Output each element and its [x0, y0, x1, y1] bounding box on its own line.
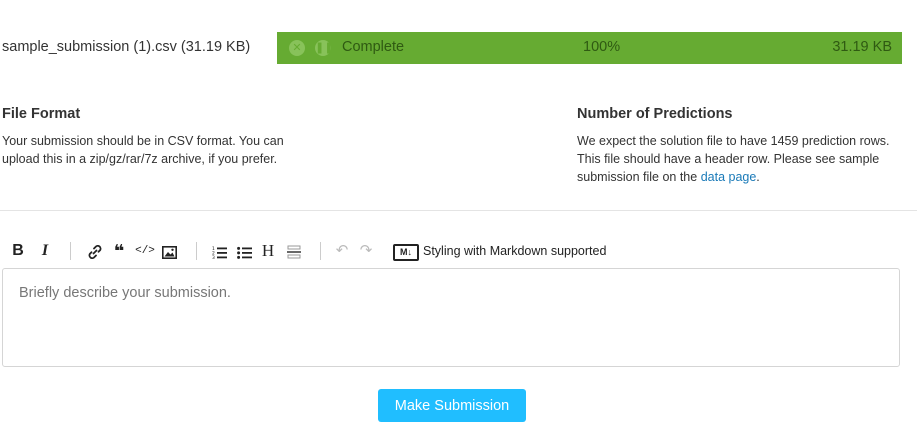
- file-format-title: File Format: [2, 106, 81, 122]
- upload-percent: 100%: [583, 39, 621, 55]
- undo-button[interactable]: ↶: [334, 238, 350, 264]
- quote-icon: ❝: [113, 241, 125, 261]
- quote-button[interactable]: ❝: [110, 238, 128, 264]
- bullet-list-button[interactable]: [235, 238, 253, 264]
- code-icon: </>: [135, 245, 155, 257]
- redo-icon: ↷: [359, 242, 373, 259]
- section-divider: [0, 210, 917, 211]
- bold-button[interactable]: B: [10, 238, 26, 264]
- heading-button[interactable]: H: [260, 238, 276, 264]
- upload-progress-bar: ✕ ❚❚ Complete 100% 31.19 KB: [277, 32, 902, 64]
- italic-button[interactable]: I: [38, 238, 52, 264]
- markdown-icon[interactable]: M↓: [393, 244, 419, 261]
- horizontal-rule-button[interactable]: [286, 238, 302, 264]
- horizontal-rule-icon: [287, 245, 301, 259]
- toolbar-separator: [320, 242, 321, 260]
- submission-description-input[interactable]: [2, 268, 900, 367]
- predictions-description: We expect the solution file to have 1459…: [577, 132, 907, 186]
- predictions-text-end: .: [756, 170, 760, 184]
- code-button[interactable]: </>: [134, 238, 156, 264]
- data-page-link[interactable]: data page: [701, 170, 757, 184]
- link-icon: [88, 245, 102, 260]
- redo-button[interactable]: ↷: [358, 238, 374, 264]
- upload-size: 31.19 KB: [832, 39, 892, 55]
- toolbar-separator: [196, 242, 197, 260]
- image-icon: [161, 245, 177, 259]
- ordered-list-icon: 1 2 3: [212, 246, 227, 261]
- upload-status: Complete: [342, 39, 405, 55]
- undo-icon: ↶: [335, 242, 349, 259]
- toolbar-separator: [70, 242, 71, 260]
- bullet-list-icon: [236, 246, 252, 259]
- predictions-title: Number of Predictions: [577, 106, 733, 122]
- image-button[interactable]: [160, 238, 178, 264]
- make-submission-button[interactable]: Make Submission: [378, 389, 526, 422]
- markdown-help-label: Styling with Markdown supported: [423, 244, 607, 258]
- link-button[interactable]: [86, 238, 104, 264]
- pause-upload-icon[interactable]: ❚❚: [315, 40, 333, 56]
- upload-row: sample_submission (1).csv (31.19 KB) ✕ ❚…: [2, 32, 902, 64]
- cancel-upload-icon[interactable]: ✕: [289, 40, 305, 56]
- file-format-description: Your submission should be in CSV format.…: [2, 134, 284, 166]
- uploaded-file-name: sample_submission (1).csv (31.19 KB): [2, 39, 251, 55]
- ordered-list-button[interactable]: 1 2 3: [210, 238, 228, 264]
- markdown-toolbar: B I ❝ </> 1 2 3 H ↶ ↷ M↓ Styling with Ma…: [10, 238, 910, 264]
- svg-text:3: 3: [212, 255, 215, 259]
